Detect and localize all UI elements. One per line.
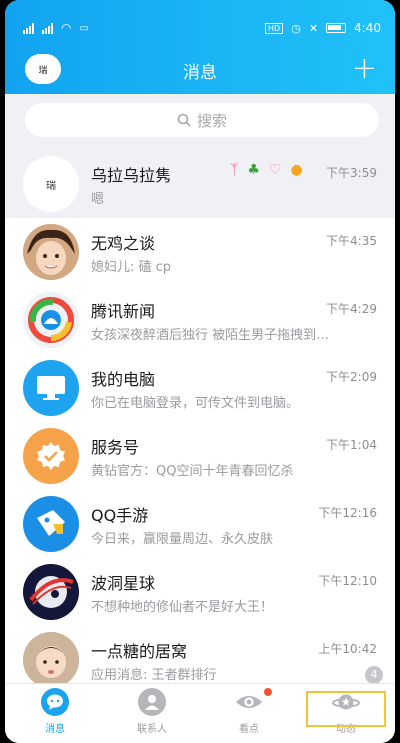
- signal-2-icon: [42, 22, 53, 34]
- conversation-time: 下午3:59: [326, 166, 377, 180]
- avatar: 瑞: [23, 156, 79, 212]
- phone-screen: ◠ ▭ HD ◷ ✕ 4:40 瑞 消息 + 搜索 瑞 乌拉乌拉隽 ᛉ ♣ ♡ …: [5, 0, 395, 743]
- conversation-name: QQ手游: [91, 506, 149, 525]
- search-placeholder: 搜索: [196, 111, 227, 130]
- friendship-icon: ᛉ: [230, 162, 239, 178]
- tab-label: 联系人: [137, 724, 167, 735]
- message-bubble-icon: [41, 688, 69, 716]
- add-icon[interactable]: +: [352, 51, 377, 87]
- service-account-avatar: [23, 428, 79, 484]
- conversation-list: 瑞 乌拉乌拉隽 ᛉ ♣ ♡ ● 下午3:59 嗯 无鸡之谈 下午4:35 媳妇儿…: [5, 150, 395, 683]
- conversation-name: 乌拉乌拉隽: [91, 166, 172, 185]
- wifi-icon: ◠: [61, 21, 72, 35]
- avatar-text: 瑞: [46, 180, 56, 192]
- status-left: ◠ ▭: [23, 21, 89, 35]
- conversation-item[interactable]: 服务号 下午1:04 黄钻官方：QQ空间十年青春回忆杀: [5, 422, 395, 490]
- conversation-preview: 不想种地的修仙者不是好大王！: [91, 600, 274, 615]
- conversation-preview: 你已在电脑登录，可传文件到电脑。: [91, 396, 300, 411]
- conversation-preview: 黄钻官方：QQ空间十年青春回忆杀: [91, 464, 294, 479]
- conversation-time: 下午1:04: [326, 438, 377, 452]
- clover-icon: ♣: [247, 162, 260, 178]
- baby-photo-icon: [23, 632, 79, 683]
- tab-label: 看点: [239, 724, 259, 735]
- status-bar: ◠ ▭ HD ◷ ✕ 4:40: [23, 18, 381, 38]
- conversation-time: 下午4:35: [326, 234, 377, 248]
- game-controller-icon: [37, 510, 65, 536]
- unread-badge: 4: [365, 666, 383, 683]
- tencent-news-avatar: [23, 292, 79, 348]
- conversation-item[interactable]: 无鸡之谈 下午4:35 媳妇儿: 磕 cp: [5, 218, 395, 286]
- conversation-time: 下午4:29: [326, 302, 377, 316]
- child-photo-avatar: [23, 224, 79, 280]
- alarm-icon: ◷: [291, 21, 301, 35]
- page-title: 消息: [183, 63, 217, 83]
- conversation-item[interactable]: 腾讯新闻 下午4:29 女孩深夜醉酒后独行 被陌生男子拖拽到…: [5, 286, 395, 354]
- conversation-name: 服务号: [91, 438, 140, 457]
- computer-icon: [37, 376, 65, 400]
- conversation-item[interactable]: 波洞星球 下午12:10 不想种地的修仙者不是好大王！: [5, 558, 395, 626]
- conversation-time: 上午10:42: [318, 642, 377, 656]
- signal-icon: [23, 22, 34, 34]
- bodong-planet-avatar: [23, 564, 79, 620]
- news-icon: [28, 297, 74, 343]
- qq-games-avatar: [23, 496, 79, 552]
- mute-icon: ✕: [308, 21, 319, 35]
- search-area: 搜索: [5, 94, 395, 150]
- conversation-time: 下午12:10: [318, 574, 377, 588]
- conversation-preview: 嗯: [91, 192, 105, 207]
- status-badges: ᛉ ♣ ♡ ●: [230, 162, 303, 178]
- conversation-item[interactable]: 我的电脑 下午2:09 你已在电脑登录，可传文件到电脑。: [5, 354, 395, 422]
- hd-icon: HD: [265, 22, 284, 34]
- status-right: HD ◷ ✕ 4:40: [265, 21, 381, 35]
- flame-icon: ●: [290, 162, 303, 178]
- conversation-item[interactable]: 瑞 乌拉乌拉隽 ᛉ ♣ ♡ ● 下午3:59 嗯: [5, 150, 395, 218]
- person-icon: [138, 688, 166, 716]
- group-avatar: [23, 632, 79, 683]
- tab-contacts[interactable]: 联系人: [112, 688, 192, 740]
- status-time: 4:40: [354, 21, 381, 35]
- service-badge-icon: [37, 442, 65, 470]
- conversation-name: 腾讯新闻: [91, 302, 156, 321]
- conversation-preview: 女孩深夜醉酒后独行 被陌生男子拖拽到…: [91, 328, 330, 343]
- tab-messages[interactable]: 消息: [15, 688, 95, 740]
- my-computer-avatar: [23, 360, 79, 416]
- tab-watch[interactable]: 看点: [209, 688, 289, 740]
- battery-icon: [326, 23, 347, 33]
- search-input[interactable]: 搜索: [25, 103, 379, 137]
- notification-icon: ▭: [79, 22, 89, 34]
- eye-icon: [235, 688, 263, 716]
- conversation-name: 我的电脑: [91, 370, 156, 389]
- conversation-item[interactable]: QQ手游 下午12:16 今日来，赢限量周边、永久皮肤: [5, 490, 395, 558]
- conversation-preview: 媳妇儿: 磕 cp: [91, 260, 172, 275]
- notification-dot: [264, 688, 272, 696]
- heart-icon: ♡: [268, 162, 282, 178]
- conversation-time: 下午12:16: [318, 506, 377, 520]
- highlight-box: [306, 691, 386, 727]
- conversation-preview: 今日来，赢限量周边、永久皮肤: [91, 532, 274, 547]
- planet-icon: [29, 576, 74, 608]
- search-icon: [177, 113, 191, 127]
- conversation-preview: 应用消息: 王者群排行: [91, 668, 217, 683]
- conversation-name: 波洞星球: [91, 574, 156, 593]
- child-photo-icon: [23, 224, 79, 280]
- conversation-name: 无鸡之谈: [91, 234, 156, 253]
- conversation-item[interactable]: 一点糖的居窝 上午10:42 应用消息: 王者群排行 4: [5, 626, 395, 683]
- top-bar: ◠ ▭ HD ◷ ✕ 4:40 瑞 消息 +: [5, 0, 395, 94]
- tab-label: 消息: [45, 724, 65, 735]
- conversation-time: 下午2:09: [326, 370, 377, 384]
- conversation-name: 一点糖的居窝: [91, 642, 188, 661]
